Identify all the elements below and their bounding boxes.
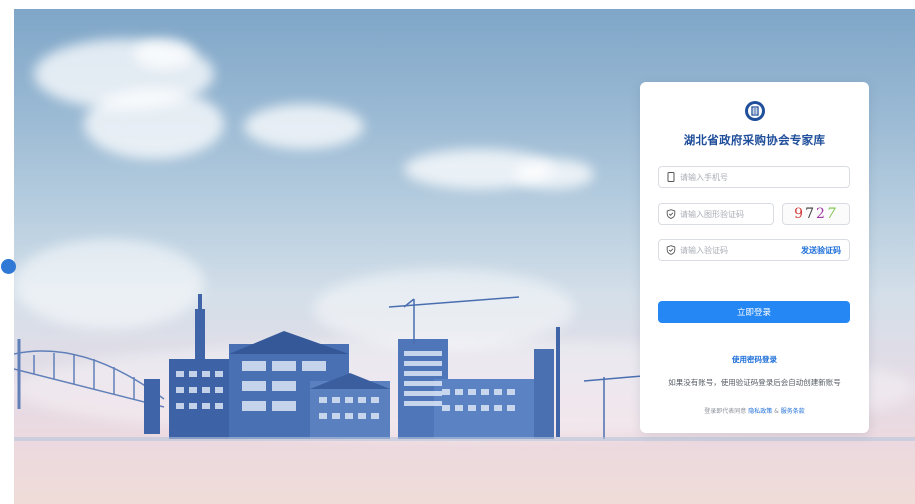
shield-check-icon xyxy=(666,245,676,255)
send-code-button[interactable]: 发送验证码 xyxy=(801,245,841,256)
captcha-image[interactable]: 9 7 2 7 xyxy=(782,203,850,225)
site-title: 湖北省政府采购协会专家库 xyxy=(683,133,826,147)
privacy-policy-link[interactable]: 隐私政策 xyxy=(748,408,772,415)
login-card: 湖北省政府采购协会专家库 请输入手机号 请输入图形验证码 9 7 2 7 请输入… xyxy=(640,82,869,433)
auto-register-note: 如果没有账号，使用验证码登录后会自动创建新账号 xyxy=(668,378,841,387)
terms-of-service-link[interactable]: 服务条款 xyxy=(781,408,805,415)
agreement-text: 登录即代表同意 隐私政策 & 服务条款 xyxy=(640,406,869,415)
password-login-link[interactable]: 使用密码登录 xyxy=(640,354,869,365)
association-logo-icon xyxy=(745,101,765,121)
sms-code-input[interactable]: 请输入验证码 发送验证码 xyxy=(658,239,850,261)
page-frame: 湖北省政府采购协会专家库 请输入手机号 请输入图形验证码 9 7 2 7 请输入… xyxy=(0,0,915,504)
agreement-and: & xyxy=(774,408,779,415)
mobile-icon xyxy=(666,172,676,182)
shield-check-icon xyxy=(666,209,676,219)
login-button[interactable]: 立即登录 xyxy=(658,301,850,323)
captcha-placeholder: 请输入图形验证码 xyxy=(680,209,744,219)
captcha-char: 7 xyxy=(826,206,838,222)
captcha-char: 9 xyxy=(794,206,806,222)
captcha-input[interactable]: 请输入图形验证码 xyxy=(658,203,774,225)
agreement-prefix: 登录即代表同意 xyxy=(704,408,747,415)
sms-code-placeholder: 请输入验证码 xyxy=(680,245,728,255)
floating-side-button[interactable] xyxy=(1,259,16,274)
captcha-char: 7 xyxy=(805,206,816,222)
phone-placeholder: 请输入手机号 xyxy=(680,172,728,182)
phone-input[interactable]: 请输入手机号 xyxy=(658,166,850,188)
captcha-char: 2 xyxy=(816,206,827,222)
